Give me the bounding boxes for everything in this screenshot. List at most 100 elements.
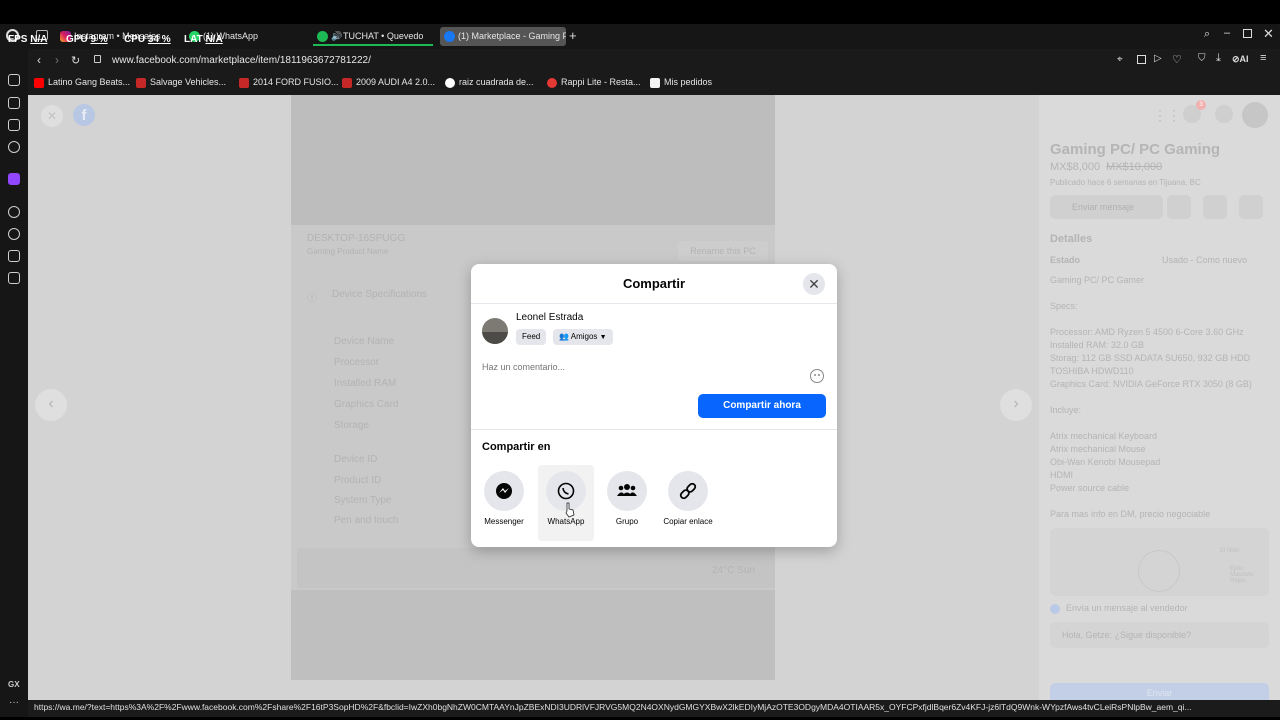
bookmark-item[interactable]: Mis pedidos: [650, 77, 712, 88]
description-line: HDMI: [1050, 470, 1073, 480]
send-message-button[interactable]: Enviar mensaje: [1050, 195, 1163, 219]
tab-spotify[interactable]: 🔊 TUCHAT • Quevedo: [313, 27, 433, 46]
bookmark-item[interactable]: 2009 AUDI A4 2.0...: [342, 77, 435, 88]
aria-ai-icon[interactable]: ⊘AI: [1232, 54, 1249, 65]
profile-avatar[interactable]: [1242, 102, 1268, 128]
url-field[interactable]: www.facebook.com/marketplace/item/181196…: [112, 55, 371, 66]
site-icon: [136, 78, 146, 88]
group-icon: [607, 471, 647, 511]
twitch-icon[interactable]: [8, 173, 20, 185]
tab-island-icon[interactable]: [1137, 55, 1146, 64]
speed-dial-icon[interactable]: [8, 74, 20, 86]
close-dialog-button[interactable]: ✕: [803, 273, 825, 295]
bookmark-item[interactable]: Rappi Lite - Resta...: [547, 77, 641, 88]
extensions-icon[interactable]: [8, 250, 20, 262]
photo-text: Device Specifications: [332, 289, 428, 300]
map-label: El Nido: [1220, 548, 1240, 554]
more-icon[interactable]: ···: [9, 697, 19, 708]
photo-text: 24°C Sun: [712, 565, 755, 576]
address-bar: ‹ › ↻ www.facebook.com/marketplace/item/…: [28, 49, 1280, 73]
listing-title: Gaming PC/ PC Gaming: [1050, 141, 1221, 158]
minimize-button[interactable]: –: [1224, 27, 1230, 39]
condition-value: Usado - Como nuevo: [1162, 255, 1248, 265]
aria-icon[interactable]: [8, 97, 20, 109]
copy-link-option[interactable]: Copiar enlace: [660, 465, 716, 541]
details-heading: Detalles: [1050, 233, 1093, 245]
bag-icon[interactable]: [8, 272, 20, 284]
notifications-icon[interactable]: [1215, 105, 1233, 123]
reload-button[interactable]: ↻: [71, 54, 80, 67]
bookmark-item[interactable]: raiz cuadrada de...: [445, 77, 534, 88]
hud-cpu: CPU 34 %: [124, 34, 171, 45]
photo-text: Gaming Product Name: [307, 247, 389, 256]
share-messenger-option[interactable]: Messenger: [476, 465, 532, 541]
new-tab-button[interactable]: +: [569, 28, 577, 43]
description-line: Atrix mechanical Keyboard: [1050, 431, 1158, 441]
description-line: Processor: AMD Ryzen 5 4500 6-Core 3.60 …: [1050, 327, 1244, 337]
more-options-button[interactable]: [1239, 195, 1263, 219]
share-on-heading: Compartir en: [482, 441, 551, 453]
audience-selector[interactable]: 👥 Amigos ▼: [553, 329, 613, 345]
close-window-button[interactable]: ✕: [1263, 26, 1274, 42]
location-map[interactable]: El Nido Ejido Maclovio Rojas: [1050, 528, 1269, 596]
send-seller-message-button[interactable]: Enviar: [1050, 683, 1269, 700]
comment-input[interactable]: [482, 357, 802, 377]
wallet-icon[interactable]: ⛉: [1198, 53, 1206, 64]
next-photo-button[interactable]: ›: [1000, 389, 1032, 421]
share-dialog: Compartir ✕ Leonel Estrada Feed 👥 Amigos…: [471, 264, 837, 547]
snapshot-icon[interactable]: ⌖: [1117, 54, 1123, 65]
seller-message-title: Envía un mensaje al vendedor: [1066, 603, 1188, 613]
messenger-small-icon: [1050, 604, 1060, 614]
previous-photo-button[interactable]: ‹: [35, 389, 67, 421]
bookmark-item[interactable]: Salvage Vehicles...: [136, 77, 226, 88]
dialog-title: Compartir: [622, 276, 686, 291]
divider: [471, 429, 837, 430]
lock-icon: [94, 55, 101, 63]
user-avatar: [482, 318, 508, 344]
hud-lat: LAT N/A: [184, 34, 223, 45]
user-name: Leonel Estrada: [516, 312, 584, 323]
tab-label: TUCHAT • Quevedo: [343, 31, 424, 41]
gx-corner-icon[interactable]: [8, 141, 20, 153]
player-icon[interactable]: [8, 206, 20, 218]
photo-text: Processor: [334, 357, 380, 368]
close-viewer-button[interactable]: ✕: [41, 105, 63, 127]
photo-text: Storage: [334, 420, 370, 431]
heart-icon[interactable]: ♡: [1172, 53, 1182, 66]
listing-old-price: MX$10,000: [1106, 161, 1163, 173]
option-label: Copiar enlace: [663, 517, 713, 526]
map-label: Ejido Maclovio Rojas: [1230, 566, 1254, 584]
divider: [471, 303, 837, 304]
photo-text: Pen and touch: [334, 515, 399, 526]
menu-icon[interactable]: ≡: [1260, 52, 1266, 64]
listing-details-panel: ⋮⋮ 3 Gaming PC/ PC Gaming MX$8,000 MX$10…: [1039, 95, 1280, 700]
search-tabs-icon[interactable]: ⌕: [1204, 28, 1210, 41]
photo-text: Device Name: [334, 336, 395, 347]
share-group-option[interactable]: Grupo: [599, 465, 655, 541]
back-button[interactable]: ‹: [37, 53, 41, 67]
hud-gpu: GPU 9 %: [66, 34, 108, 45]
save-button[interactable]: [1167, 195, 1191, 219]
bookmark-item[interactable]: Latino Gang Beats...: [34, 77, 130, 88]
share-button[interactable]: [1203, 195, 1227, 219]
play-icon[interactable]: ▷: [1154, 53, 1162, 64]
tab-marketplace[interactable]: (1) Marketplace - Gaming P: [440, 27, 566, 46]
apps-grid-icon[interactable]: ⋮⋮: [1153, 107, 1181, 124]
emoji-icon[interactable]: [810, 369, 824, 383]
photo-text: Product ID: [334, 475, 382, 486]
bookmark-item[interactable]: 2014 FORD FUSIO...: [239, 77, 339, 88]
share-now-button[interactable]: Compartir ahora: [698, 394, 826, 418]
history-icon[interactable]: [8, 228, 20, 240]
description-line: Power source cable: [1050, 483, 1130, 493]
status-bar: https://wa.me/?text=https%3A%2F%2Fwww.fa…: [28, 700, 1280, 717]
maximize-button[interactable]: [1243, 29, 1252, 38]
download-icon[interactable]: ⤓: [1216, 52, 1221, 65]
speaker-icon: 🔊: [331, 31, 343, 41]
forward-button[interactable]: ›: [55, 53, 59, 67]
facebook-logo-icon[interactable]: f: [73, 104, 95, 126]
feed-pill[interactable]: Feed: [516, 329, 547, 345]
gx-control-icon[interactable]: [8, 119, 20, 131]
seller-message-input[interactable]: Hola, Getze: ¿Sigue disponible?: [1050, 622, 1269, 648]
site-icon: [239, 78, 249, 88]
window-top-strip: [0, 0, 1280, 24]
